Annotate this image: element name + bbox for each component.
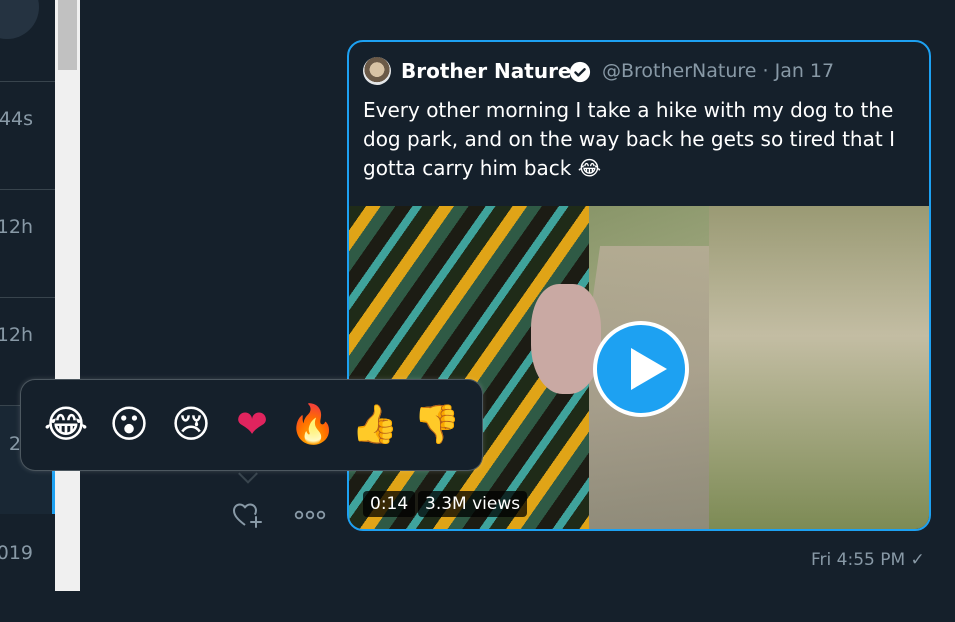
conversation-time: 12h xyxy=(0,324,33,346)
verified-badge-icon xyxy=(569,61,591,83)
crying-emoji[interactable]: 😢 xyxy=(167,400,215,448)
thumbs-down-emoji[interactable]: 👎 xyxy=(413,400,461,448)
media-dog xyxy=(531,284,601,394)
more-options-icon[interactable] xyxy=(293,504,327,526)
tweet-author-avatar[interactable] xyxy=(363,57,391,85)
list-item[interactable]: 44s xyxy=(0,81,55,190)
tweet-handle-date: @BrotherNature · Jan 17 xyxy=(602,60,835,82)
tears-of-joy-emoji[interactable]: 😂 xyxy=(42,400,90,448)
tweet-text: Every other morning I take a hike with m… xyxy=(363,98,895,180)
media-scenery xyxy=(709,206,929,529)
video-duration: 0:14 xyxy=(363,491,416,517)
heart-emoji[interactable]: ❤ xyxy=(228,400,276,448)
add-reaction-icon[interactable] xyxy=(231,500,267,530)
scrollbar-thumb[interactable] xyxy=(58,0,77,70)
reaction-picker: 😂 😮 😢 ❤ 🔥 👍 👎 xyxy=(21,380,482,470)
play-icon xyxy=(631,348,667,390)
conversation-time: 12h xyxy=(0,216,33,238)
list-item[interactable]: 12h xyxy=(0,189,55,298)
tweet-author-name[interactable]: Brother Nature xyxy=(401,59,572,83)
conversation-time: 44s xyxy=(0,108,33,130)
surprised-emoji[interactable]: 😮 xyxy=(105,400,153,448)
video-thumbnail[interactable]: 0:14 3.3M views xyxy=(349,206,929,529)
message-timestamp: Fri 4:55 PM ✓ xyxy=(811,550,925,570)
scrollbar-track[interactable] xyxy=(55,0,80,591)
fire-emoji[interactable]: 🔥 xyxy=(289,400,337,448)
video-views: 3.3M views xyxy=(418,491,528,517)
play-button[interactable] xyxy=(593,321,689,417)
list-item[interactable]: 019 xyxy=(0,514,55,622)
list-item[interactable] xyxy=(0,0,55,82)
conversation-list: 44s 12h 12h 20 019 xyxy=(0,0,55,591)
thumbs-up-emoji[interactable]: 👍 xyxy=(351,400,399,448)
conversation-time: 019 xyxy=(0,542,33,564)
